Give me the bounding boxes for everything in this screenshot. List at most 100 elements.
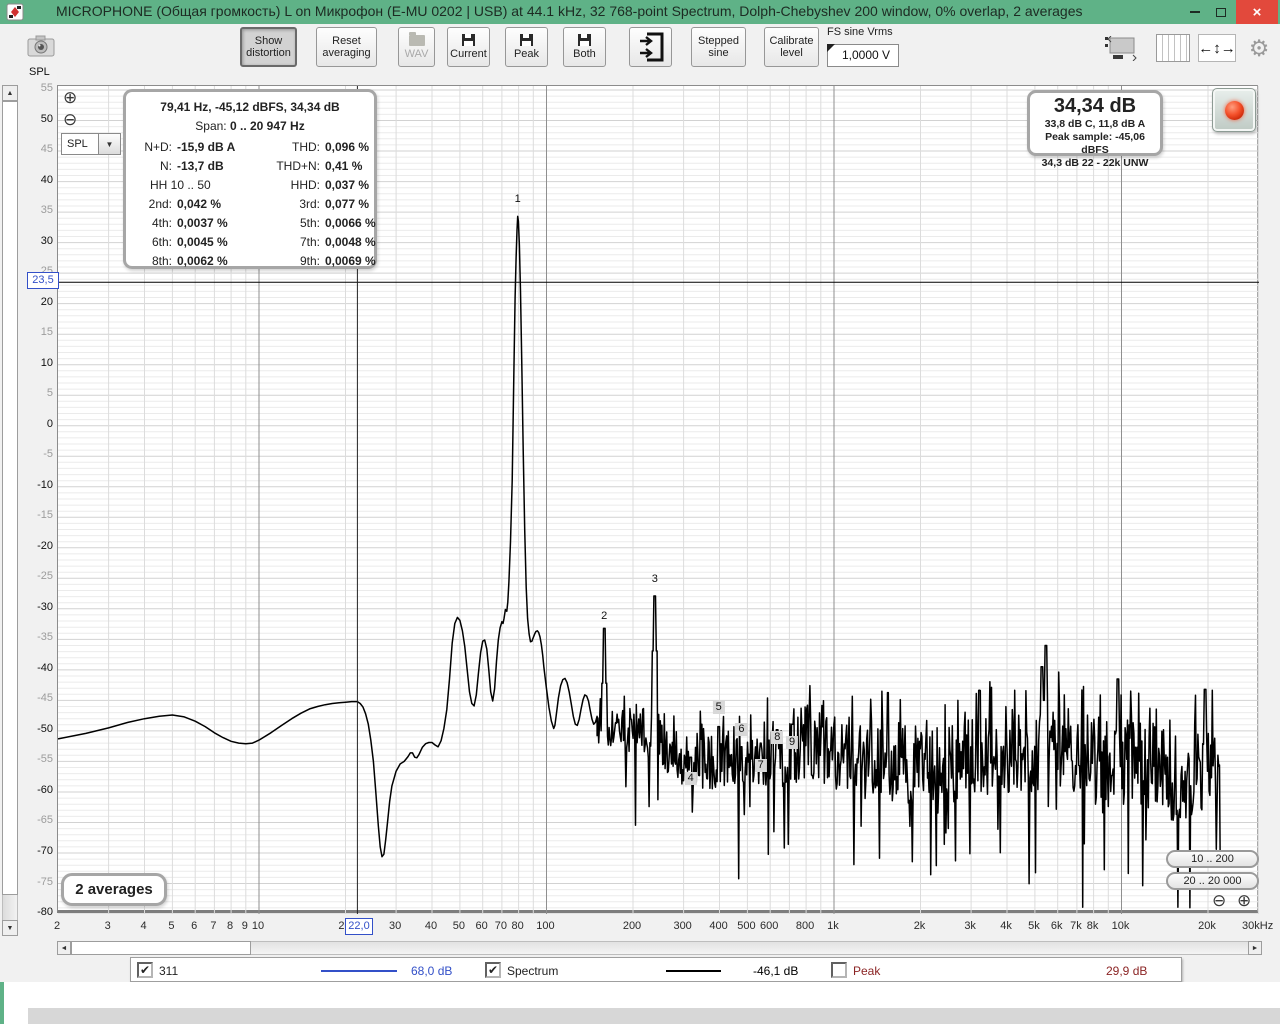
x-tick-label: 300 (673, 920, 692, 932)
y-cursor-value[interactable]: 23,5 (27, 272, 59, 289)
info-row-value: 0,0069 % (325, 254, 376, 268)
peak-label: Peak (513, 48, 540, 60)
maximize-button[interactable] (1208, 0, 1234, 24)
info-row-label: N+D: (144, 140, 172, 154)
scroll-right-button[interactable]: ► (1248, 941, 1262, 955)
save-both-button[interactable]: Both (563, 27, 606, 67)
zoom-in-x-button[interactable]: ⊕ (1237, 892, 1251, 909)
chevron-down-icon[interactable]: ▼ (99, 133, 121, 155)
y-tick-label: 35 (40, 204, 53, 217)
info-row-label: THD+N: (276, 159, 320, 173)
x-tick-label: 10 (251, 920, 265, 932)
range-10-200-button[interactable]: 10 .. 200 (1166, 850, 1259, 868)
both-label: Both (573, 48, 596, 60)
bands-display-icon[interactable] (1156, 34, 1190, 62)
info-row-value: 0,0045 % (177, 235, 228, 249)
info-row-label: 2nd: (148, 197, 172, 211)
y-tick-label: 40 (40, 173, 53, 186)
window-title: MICROPHONE (Общая громкость) L on Микроф… (56, 3, 1083, 19)
show-distortion-button[interactable]: Show distortion (240, 27, 297, 67)
floppy-icon (520, 34, 533, 46)
legend-bar: ✔ 311 68,0 dB ✔ Spectrum -46,1 dB Peak 2… (130, 957, 1182, 982)
info-row-value: 0,0066 % (325, 216, 376, 230)
level-main-value: 34,34 dB (1053, 95, 1137, 117)
minimize-button[interactable] (1182, 0, 1208, 24)
info-row-label: 9th: (299, 254, 320, 268)
series-spectrum-label: Spectrum (507, 964, 559, 978)
harmonic-label-3: 3 (651, 573, 658, 586)
fs-sine-vrms-label: FS sine Vrms (827, 26, 893, 38)
series-spectrum-checkbox[interactable]: ✔ (485, 962, 501, 978)
x-tick-label: 60 (475, 920, 488, 932)
y-tick-label: 55 (40, 82, 53, 94)
zoom-out-y-button[interactable]: ⊖ (63, 111, 77, 128)
level-band: 34,3 dB 22 - 22k UNW (1041, 157, 1149, 169)
stepped-sine-button[interactable]: Stepped sine (691, 27, 746, 67)
record-button[interactable] (1212, 88, 1256, 132)
span-value: 0 .. 20 947 Hz (229, 119, 305, 133)
close-button[interactable]: × (1236, 0, 1278, 24)
y-tick-label: -5 (43, 448, 53, 461)
series-311-checkbox[interactable]: ✔ (137, 962, 153, 978)
save-peak-button[interactable]: Peak (505, 27, 548, 67)
save-wav-button[interactable]: WAV (398, 27, 435, 67)
y-tick-label: -80 (37, 906, 53, 919)
distortion-table: N+D: -15,9 dB A THD: 0,096 % N: -13,7 dB THD+N… (126, 138, 376, 271)
harmonic-label-1: 1 (514, 192, 521, 205)
span-readout: Span: 0 .. 20 947 Hz (126, 119, 374, 138)
zoom-out-x-button[interactable]: ⊖ (1212, 892, 1226, 909)
screenshot-camera-icon[interactable] (26, 32, 56, 60)
y-scale-dropdown[interactable]: SPL ▼ (61, 133, 121, 155)
series-311-label: 311 (159, 964, 179, 978)
scroll-left-button[interactable]: ◄ (57, 941, 71, 955)
wav-label: WAV (404, 47, 429, 60)
x-cursor-value[interactable]: 22,0 (345, 918, 373, 935)
y-tick-label: -65 (37, 814, 53, 827)
series-spectrum-line-sample (666, 970, 721, 972)
info-row-value: 0,41 % (325, 159, 363, 173)
y-tick-label: -20 (37, 539, 53, 552)
scroll-up-button[interactable]: ▲ (2, 85, 18, 101)
x-tick-label: 400 (709, 920, 728, 932)
zoom-in-y-button[interactable]: ⊕ (63, 89, 77, 106)
y-tick-label: -50 (37, 722, 53, 735)
vertical-scrollbar[interactable]: ▲ ▼ (2, 85, 18, 936)
y-tick-label: -25 (37, 570, 53, 583)
signal-io-button[interactable] (629, 27, 672, 67)
settings-gear-icon[interactable]: ⚙ (1244, 34, 1274, 62)
series-311-line-sample (321, 970, 397, 972)
fs-sine-vrms-input[interactable]: 1,0000 V (827, 44, 899, 67)
horizontal-scroll-thumb[interactable] (71, 941, 251, 955)
harmonic-label-5: 5 (712, 700, 725, 714)
save-current-button[interactable]: Current (447, 27, 490, 67)
bottom-taskbar-strip (28, 1008, 1280, 1024)
spectrum-plot[interactable]: ⊕ ⊖ SPL ▼ 79,41 Hz, -45,12 dBFS, 34,34 d… (57, 85, 1259, 914)
series-peak-label: Peak (853, 964, 881, 978)
calibrate-level-label: Calibrate level (769, 35, 814, 59)
minimize-icon (1190, 11, 1200, 13)
horizontal-scrollbar[interactable]: ◄ ► (57, 941, 1262, 955)
info-row-value: 0,042 % (177, 197, 222, 211)
scroll-down-button[interactable]: ▼ (2, 920, 18, 936)
series-peak-checkbox[interactable] (831, 962, 847, 978)
x-tick-label: 4k (1000, 920, 1012, 932)
info-row-label: THD: (292, 140, 320, 154)
pan-arrows-icon[interactable]: ←↕→ (1198, 34, 1236, 62)
x-tick-label: 2k (913, 920, 926, 932)
reset-averaging-label: Reset averaging (322, 35, 371, 59)
level-readout-box: 34,34 dB 33,8 dB C, 11,8 dB A Peak sampl… (1027, 90, 1163, 169)
calibrate-level-button[interactable]: Calibrate level (764, 27, 819, 67)
vertical-scroll-thumb[interactable] (2, 101, 18, 895)
harmonic-label-2: 2 (601, 610, 608, 623)
reset-averaging-button[interactable]: Reset averaging (316, 27, 377, 67)
x-tick-label: 80 (511, 920, 524, 932)
x-tick-label: 4 (140, 920, 147, 932)
x-tick-label: 50 (452, 920, 466, 932)
y-tick-label: -45 (37, 692, 53, 705)
range-20-20000-button[interactable]: 20 .. 20 000 (1166, 872, 1259, 890)
harmonic-label-4: 4 (684, 772, 697, 786)
series-peak-value: 29,9 dB (1106, 964, 1148, 978)
fit-window-icon[interactable] (1103, 36, 1141, 61)
x-tick-label: 600 (759, 920, 779, 932)
app-icon[interactable] (6, 3, 24, 21)
